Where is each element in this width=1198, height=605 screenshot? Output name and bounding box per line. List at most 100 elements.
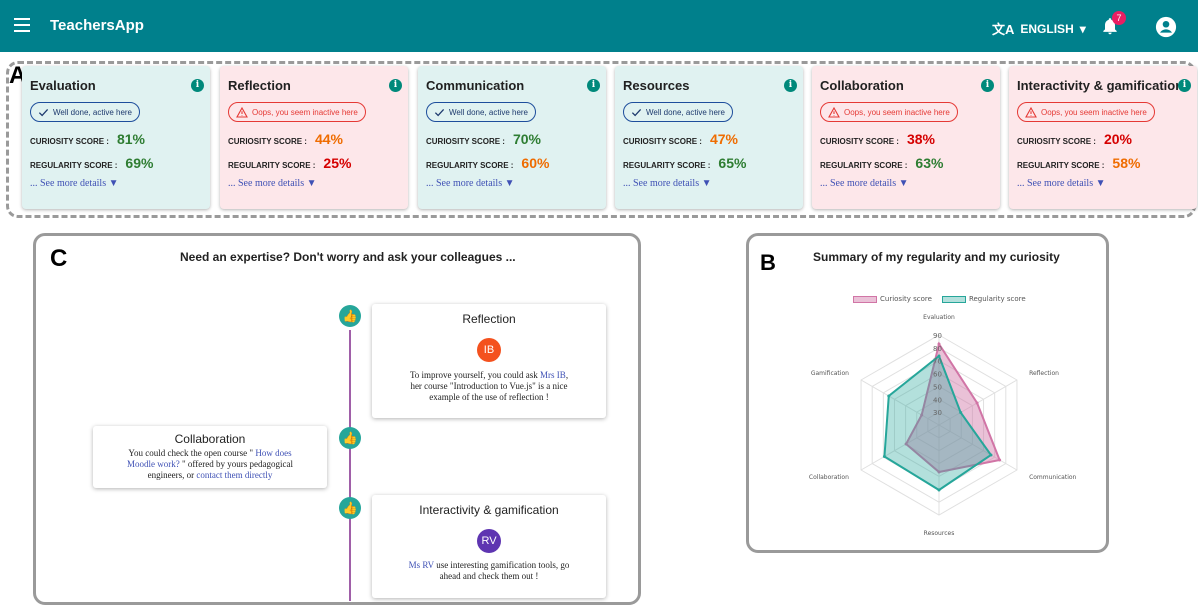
- thumbs-up-icon: 👍: [339, 427, 361, 449]
- tick-label: 90: [933, 332, 942, 340]
- score-label: CURIOSITY SCORE :: [623, 136, 702, 146]
- score-value: 70%: [512, 130, 542, 147]
- data-point: [989, 453, 993, 457]
- expertise-card-collaboration: Collaboration You could check the open c…: [93, 426, 327, 488]
- see-more-link[interactable]: ... See more details ▼: [228, 178, 400, 189]
- expertise-card-text: You could check the open course " How do…: [93, 448, 327, 481]
- category-label: Reflection: [1029, 370, 1059, 377]
- text: example of the use of reflection !: [429, 392, 549, 402]
- text: " offered by yours pedagogical: [179, 459, 293, 469]
- see-more-link[interactable]: ... See more details ▼: [426, 178, 598, 189]
- see-more-link[interactable]: ... See more details ▼: [820, 178, 992, 189]
- data-point: [937, 488, 941, 492]
- menu-icon[interactable]: [14, 18, 30, 32]
- app-title[interactable]: TeachersApp: [50, 17, 144, 34]
- expertise-title: Need an expertise? Don't worry and ask y…: [180, 250, 516, 264]
- status-badge: Oops, you seem inactive here: [1017, 102, 1155, 122]
- category-card: Resources i Well done, active here CURIO…: [615, 66, 803, 209]
- text: engineers, or: [147, 470, 197, 480]
- score-value: 63%: [915, 154, 944, 171]
- card-title: Reflection: [228, 78, 291, 93]
- curiosity-score: CURIOSITY SCORE : 70%: [426, 131, 598, 147]
- score-label: REGULARITY SCORE :: [1017, 160, 1105, 170]
- account-icon[interactable]: [1155, 16, 1177, 38]
- tick-label: 60: [933, 371, 942, 379]
- legend-item-regularity[interactable]: Regularity score: [941, 295, 1026, 303]
- expertise-card-title: Collaboration: [174, 432, 246, 446]
- legend-item-curiosity[interactable]: Curiosity score: [853, 295, 932, 303]
- expertise-card-text: To improve yourself, you could ask Mrs I…: [372, 370, 606, 403]
- info-icon[interactable]: i: [784, 79, 797, 92]
- score-value: 47%: [709, 130, 739, 147]
- score-value: 60%: [521, 154, 550, 171]
- curiosity-score: CURIOSITY SCORE : 81%: [30, 131, 202, 147]
- course-link[interactable]: Moodle work?: [127, 459, 180, 469]
- category-card: Evaluation i Well done, active here CURI…: [22, 66, 210, 209]
- status-badge: Well done, active here: [30, 102, 141, 122]
- category-label: Evaluation: [923, 314, 955, 321]
- status-text: Oops, you seem inactive here: [252, 107, 358, 117]
- notification-badge: 7: [1112, 11, 1126, 25]
- tick-label: 30: [933, 409, 942, 417]
- data-point: [998, 458, 1002, 462]
- tick-label: 40: [933, 396, 942, 404]
- data-point: [975, 401, 979, 405]
- category-card: Communication i Well done, active here C…: [418, 66, 606, 209]
- regularity-score: REGULARITY SCORE : 63%: [820, 155, 992, 171]
- see-more-link[interactable]: ... See more details ▼: [30, 178, 202, 189]
- warning-icon: [1025, 106, 1037, 118]
- score-value: 69%: [125, 154, 154, 171]
- score-value: 58%: [1112, 154, 1141, 171]
- info-icon[interactable]: i: [981, 79, 994, 92]
- score-value: 65%: [718, 154, 747, 171]
- warning-icon: [828, 106, 840, 118]
- language-select[interactable]: 文A ENGLISH ▾: [992, 19, 1086, 38]
- status-badge: Well done, active here: [426, 102, 537, 122]
- status-text: Oops, you seem inactive here: [844, 107, 950, 117]
- score-label: REGULARITY SCORE :: [820, 160, 908, 170]
- text: To improve yourself, you could ask: [409, 370, 541, 380]
- chart-title: Summary of my regularity and my curiosit…: [813, 250, 1060, 264]
- see-more-link[interactable]: ... See more details ▼: [623, 178, 795, 189]
- regularity-score: REGULARITY SCORE : 65%: [623, 155, 795, 171]
- tick-label: 70: [933, 358, 942, 366]
- score-label: CURIOSITY SCORE :: [30, 136, 109, 146]
- category-card: Reflection i Oops, you seem inactive her…: [220, 66, 408, 209]
- info-icon[interactable]: i: [587, 79, 600, 92]
- info-icon[interactable]: i: [389, 79, 402, 92]
- colleague-link[interactable]: Mrs IB: [540, 370, 566, 380]
- card-title: Communication: [426, 78, 525, 93]
- score-value: 20%: [1103, 130, 1133, 147]
- score-label: CURIOSITY SCORE :: [426, 136, 505, 146]
- expertise-card-interactivity: Interactivity & gamification RV Ms RV us…: [372, 495, 606, 598]
- status-badge: Oops, you seem inactive here: [820, 102, 958, 122]
- category-card: Interactivity & gamification i Oops, you…: [1009, 66, 1197, 209]
- check-icon: [434, 108, 445, 116]
- colleague-link[interactable]: Ms RV: [409, 560, 434, 570]
- score-label: REGULARITY SCORE :: [623, 160, 711, 170]
- expertise-card-text: Ms RV use interesting gamification tools…: [372, 560, 606, 582]
- info-icon[interactable]: i: [1178, 79, 1191, 92]
- status-text: Well done, active here: [449, 107, 529, 117]
- score-label: REGULARITY SCORE :: [228, 160, 316, 170]
- legend-label: Regularity score: [968, 295, 1026, 303]
- data-point: [882, 455, 886, 458]
- card-title: Evaluation: [30, 78, 96, 93]
- text: ,: [565, 370, 569, 380]
- avatar[interactable]: IB: [477, 338, 501, 362]
- contact-link[interactable]: contact them directly: [196, 470, 272, 480]
- text: ahead and check them out !: [439, 571, 539, 581]
- text: You could check the open course ": [128, 448, 256, 458]
- course-link[interactable]: How does: [255, 448, 291, 458]
- see-more-link[interactable]: ... See more details ▼: [1017, 178, 1189, 189]
- translate-icon: 文A: [992, 22, 1015, 37]
- category-label: Communication: [1029, 474, 1076, 481]
- category-label: Collaboration: [809, 474, 849, 481]
- thumbs-up-icon: 👍: [339, 497, 361, 519]
- card-title: Resources: [623, 78, 690, 93]
- curiosity-score: CURIOSITY SCORE : 44%: [228, 131, 400, 147]
- avatar[interactable]: RV: [477, 529, 501, 553]
- expertise-card-title: Interactivity & gamification: [419, 503, 559, 517]
- legend-label: Curiosity score: [880, 295, 932, 303]
- info-icon[interactable]: i: [191, 79, 204, 92]
